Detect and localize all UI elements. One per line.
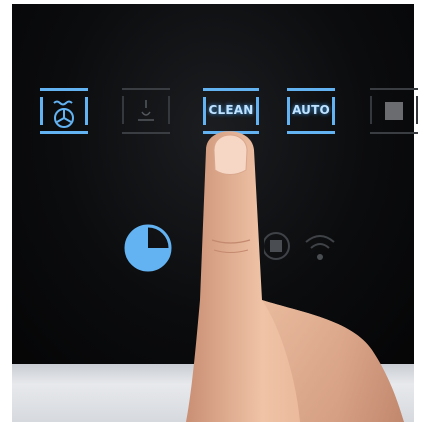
- finger: [186, 131, 404, 422]
- photo: CLEAN AUTO: [0, 0, 424, 422]
